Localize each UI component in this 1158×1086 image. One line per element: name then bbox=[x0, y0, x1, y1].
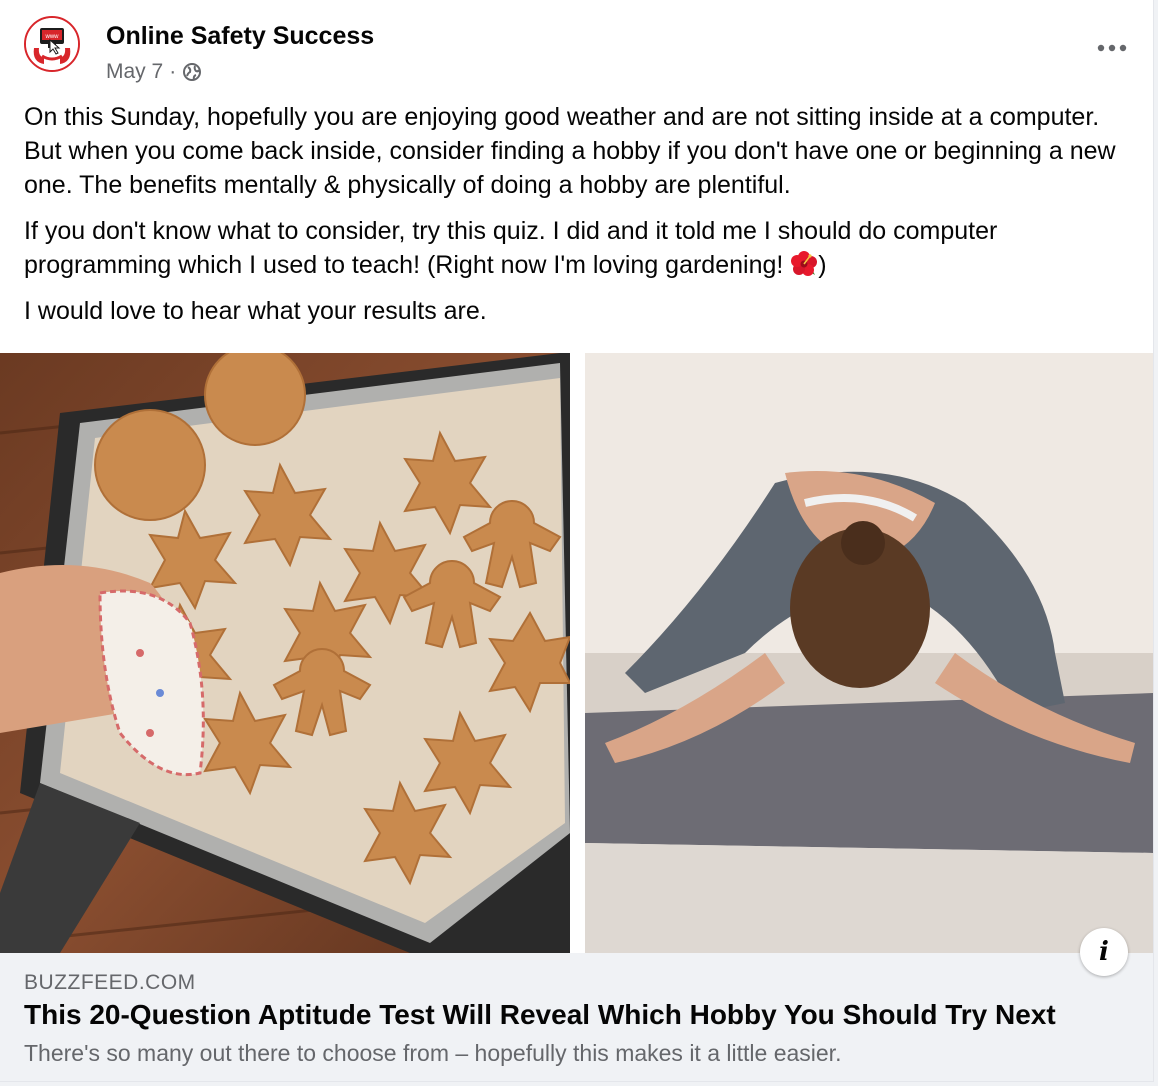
link-description: There's so many out there to choose from… bbox=[24, 1040, 842, 1066]
cookies-baking-tray-image bbox=[0, 353, 570, 953]
meta-separator: · bbox=[169, 60, 177, 83]
yoga-childs-pose-image bbox=[585, 353, 1153, 953]
post-paragraph-text: If you don't know what to consider, try … bbox=[24, 217, 998, 279]
globe-icon bbox=[183, 63, 202, 81]
info-button[interactable]: i bbox=[1080, 928, 1128, 976]
more-options-button[interactable] bbox=[1090, 34, 1134, 62]
post-paragraph: I would love to hear what your results a… bbox=[24, 297, 487, 325]
page-avatar[interactable]: www bbox=[24, 16, 80, 72]
more-options-icon bbox=[1097, 44, 1127, 52]
post-paragraph: If you don't know what to consider, try … bbox=[24, 214, 1134, 282]
hibiscus-flower-icon bbox=[791, 251, 818, 276]
link-preview-images[interactable]: i bbox=[0, 353, 1153, 976]
facebook-post: www Online Safety Success May 7 · On thi… bbox=[0, 0, 1154, 1082]
page-name[interactable]: Online Safety Success bbox=[106, 22, 374, 51]
post-paragraph: On this Sunday, hopefully you are enjoyi… bbox=[24, 103, 1116, 199]
post-header: www Online Safety Success May 7 · bbox=[24, 16, 1134, 86]
post-body: On this Sunday, hopefully you are enjoyi… bbox=[24, 100, 1134, 340]
svg-text:www: www bbox=[45, 34, 60, 40]
post-date[interactable]: May 7 bbox=[106, 60, 163, 84]
post-paragraph-close: ) bbox=[818, 251, 827, 279]
link-title[interactable]: This 20-Question Aptitude Test Will Reve… bbox=[24, 999, 1056, 1031]
link-domain: BUZZFEED.COM bbox=[24, 971, 196, 994]
link-preview-card[interactable]: BUZZFEED.COM This 20-Question Aptitude T… bbox=[0, 953, 1153, 1081]
post-meta: May 7 · bbox=[106, 60, 202, 84]
online-safety-logo-icon: www bbox=[26, 18, 78, 70]
